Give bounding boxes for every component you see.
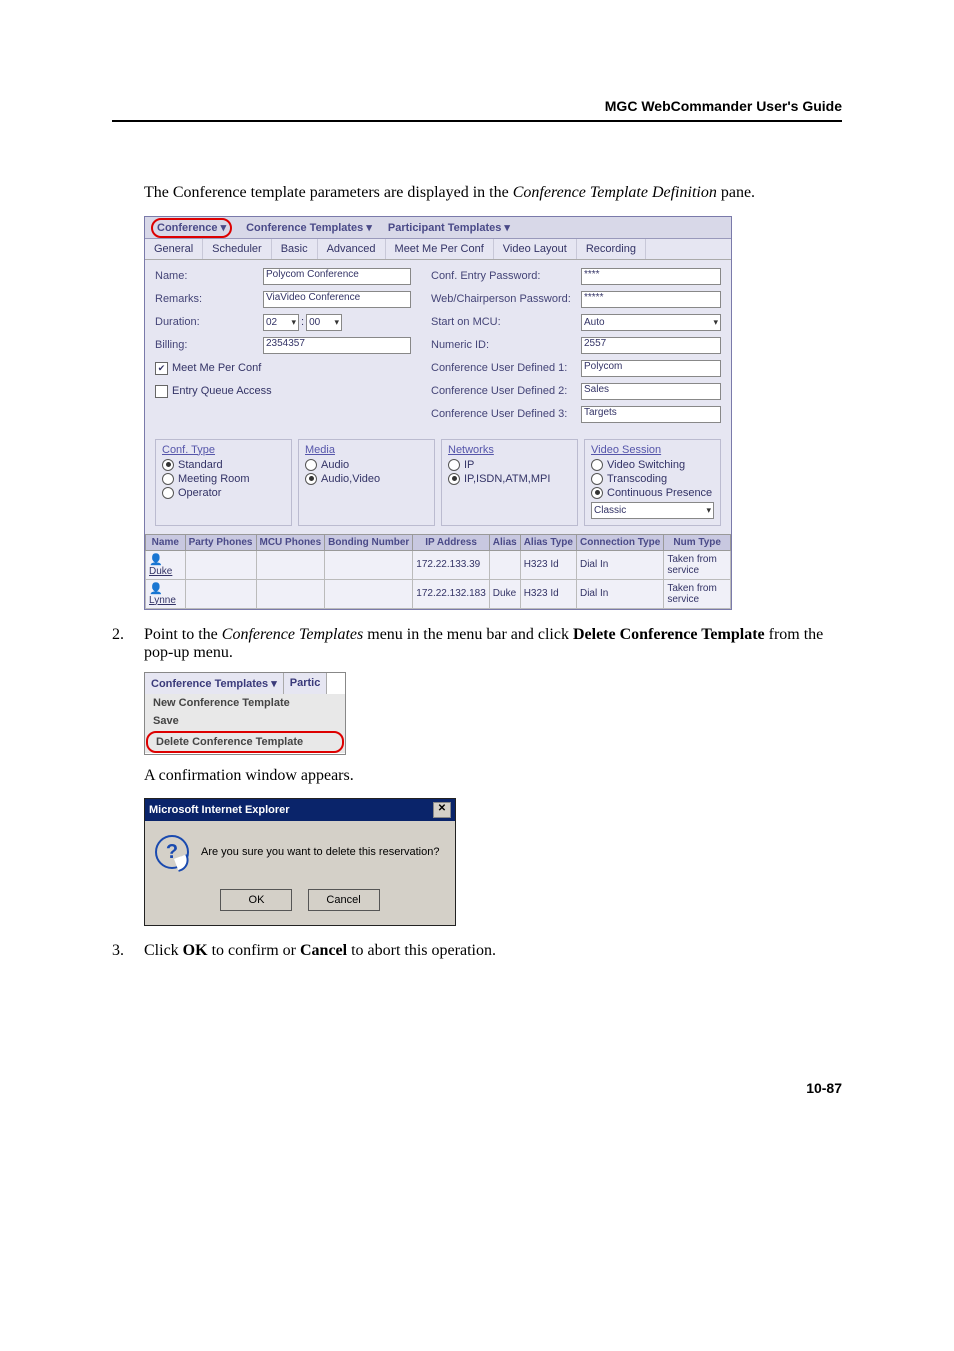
- th-bonding[interactable]: Bonding Number: [325, 534, 413, 550]
- label-ud1: Conference User Defined 1:: [431, 362, 581, 374]
- radio-continuous-presence[interactable]: Continuous Presence: [591, 487, 714, 499]
- menu-conference-templates[interactable]: Conference Templates ▾: [238, 217, 380, 238]
- label-entry-pw: Conf. Entry Password:: [431, 270, 581, 282]
- group-networks: Networks IP IP,ISDN,ATM,MPI: [441, 439, 578, 526]
- label-start-mcu: Start on MCU:: [431, 316, 581, 328]
- dd-head-conf-templates[interactable]: Conference Templates ▾: [145, 673, 284, 694]
- question-icon: ?: [155, 835, 189, 869]
- label-billing: Billing:: [155, 339, 263, 351]
- group-video-session: Video Session Video Switching Transcodin…: [584, 439, 721, 526]
- step-2-text: Point to the Conference Templates menu i…: [144, 626, 842, 662]
- radio-ip-isdn-atm-mpi[interactable]: IP,ISDN,ATM,MPI: [448, 473, 571, 485]
- menuitem-new-conference-template[interactable]: New Conference Template: [145, 694, 345, 712]
- radio-video-switching[interactable]: Video Switching: [591, 459, 714, 471]
- checkbox-entry-queue[interactable]: Entry Queue Access: [155, 385, 411, 398]
- th-mcu-phones[interactable]: MCU Phones: [256, 534, 325, 550]
- group-media: Media Audio Audio,Video: [298, 439, 435, 526]
- ie-confirmation-dialog: Microsoft Internet Explorer ✕ ? Are you …: [144, 798, 456, 926]
- close-icon[interactable]: ✕: [433, 802, 451, 818]
- radio-transcoding[interactable]: Transcoding: [591, 473, 714, 485]
- table-row[interactable]: 👤 Duke 172.22.133.39 H323 Id Dial In Tak…: [146, 550, 731, 579]
- radio-ip[interactable]: IP: [448, 459, 571, 471]
- header-rule: [112, 120, 842, 122]
- tab-basic[interactable]: Basic: [272, 239, 318, 259]
- header-title: MGC WebCommander User's Guide: [112, 98, 842, 114]
- label-remarks: Remarks:: [155, 293, 263, 305]
- step-3-text: Click OK to confirm or Cancel to abort t…: [144, 942, 842, 960]
- menu-conference[interactable]: Conference ▾: [145, 217, 238, 238]
- table-row[interactable]: 👤 Lynne 172.22.132.183 Duke H323 Id Dial…: [146, 579, 731, 608]
- label-ud3: Conference User Defined 3:: [431, 408, 581, 420]
- th-party-phones[interactable]: Party Phones: [185, 534, 256, 550]
- tab-meetme[interactable]: Meet Me Per Conf: [386, 239, 494, 259]
- step-2-number: 2.: [112, 626, 144, 662]
- input-ud2[interactable]: Sales: [581, 383, 721, 400]
- ok-button[interactable]: OK: [220, 889, 292, 911]
- tab-scheduler[interactable]: Scheduler: [203, 239, 272, 259]
- dd-head-partic[interactable]: Partic: [284, 673, 328, 694]
- conference-templates-dropdown: Conference Templates ▾ Partic New Confer…: [144, 672, 346, 755]
- th-name[interactable]: Name: [146, 534, 186, 550]
- screenshot-menubar: Conference ▾ Conference Templates ▾ Part…: [145, 217, 731, 239]
- radio-operator[interactable]: Operator: [162, 487, 285, 499]
- dialog-message: Are you sure you want to delete this res…: [201, 846, 439, 858]
- input-name[interactable]: Polycom Conference: [263, 268, 411, 285]
- tab-general[interactable]: General: [145, 239, 203, 259]
- label-chair-pw: Web/Chairperson Password:: [431, 293, 581, 305]
- group-conf-type: Conf. Type Standard Meeting Room Operato…: [155, 439, 292, 526]
- tab-recording[interactable]: Recording: [577, 239, 646, 259]
- th-alias-type[interactable]: Alias Type: [520, 534, 576, 550]
- input-ud3[interactable]: Targets: [581, 406, 721, 423]
- radio-standard[interactable]: Standard: [162, 459, 285, 471]
- page-number: 10-87: [112, 1080, 842, 1096]
- th-conn-type[interactable]: Connection Type: [576, 534, 663, 550]
- step-3-number: 3.: [112, 942, 144, 960]
- label-numeric-id: Numeric ID:: [431, 339, 581, 351]
- screenshot-tabs: General Scheduler Basic Advanced Meet Me…: [145, 239, 731, 260]
- menuitem-delete-conference-template[interactable]: Delete Conference Template: [146, 731, 344, 753]
- input-numeric-id[interactable]: 2557: [581, 337, 721, 354]
- select-duration-h[interactable]: 02: [263, 314, 299, 331]
- menuitem-save[interactable]: Save: [145, 712, 345, 730]
- cancel-button[interactable]: Cancel: [308, 889, 380, 911]
- input-billing[interactable]: 2354357: [263, 337, 411, 354]
- dialog-title: Microsoft Internet Explorer: [149, 804, 290, 816]
- input-chair-pw[interactable]: *****: [581, 291, 721, 308]
- input-ud1[interactable]: Polycom: [581, 360, 721, 377]
- select-start-mcu[interactable]: Auto: [581, 314, 721, 331]
- radio-audio[interactable]: Audio: [305, 459, 428, 471]
- intro-text: The Conference template parameters are d…: [144, 182, 842, 204]
- participant-icon: 👤: [149, 554, 163, 566]
- th-ip[interactable]: IP Address: [413, 534, 490, 550]
- tab-video-layout[interactable]: Video Layout: [494, 239, 577, 259]
- select-duration-m[interactable]: 00: [306, 314, 342, 331]
- label-ud2: Conference User Defined 2:: [431, 385, 581, 397]
- tab-advanced[interactable]: Advanced: [318, 239, 386, 259]
- radio-audio-video[interactable]: Audio,Video: [305, 473, 428, 485]
- th-num-type[interactable]: Num Type: [664, 534, 731, 550]
- label-name: Name:: [155, 270, 263, 282]
- input-remarks[interactable]: ViaVideo Conference: [263, 291, 411, 308]
- conference-definition-pane: Conference ▾ Conference Templates ▾ Part…: [144, 216, 732, 610]
- input-entry-pw[interactable]: ****: [581, 268, 721, 285]
- label-duration: Duration:: [155, 316, 263, 328]
- participants-table: Name Party Phones MCU Phones Bonding Num…: [145, 534, 731, 609]
- checkbox-meetme[interactable]: ✔Meet Me Per Conf: [155, 362, 411, 375]
- participant-icon: 👤: [149, 583, 163, 595]
- radio-meeting-room[interactable]: Meeting Room: [162, 473, 285, 485]
- confirmation-text: A confirmation window appears.: [144, 765, 842, 787]
- select-cp-mode[interactable]: Classic: [591, 502, 714, 519]
- menu-participant-templates[interactable]: Participant Templates ▾: [380, 217, 518, 238]
- th-alias[interactable]: Alias: [489, 534, 520, 550]
